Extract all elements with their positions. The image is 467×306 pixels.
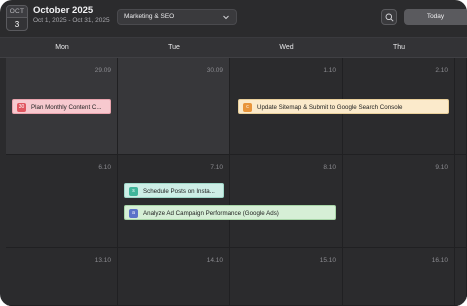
event-icon: s	[129, 187, 138, 196]
day-number: 30.09	[206, 67, 223, 74]
day-cell[interactable]: 15.10	[230, 248, 343, 306]
search-icon	[385, 13, 394, 22]
event-plan-monthly-content[interactable]: 30 Plan Monthly Content C...	[12, 99, 111, 114]
calendar-header: OCT 3 October 2025 Oct 1, 2025 - Oct 31,…	[0, 0, 467, 37]
day-cell[interactable]: 13.10	[6, 248, 118, 306]
day-cell[interactable]	[455, 155, 467, 248]
day-number: 9.10	[435, 164, 448, 171]
day-number: 16.10	[431, 257, 448, 264]
weekday-mon: Mon	[55, 44, 69, 51]
weekday-tue: Tue	[168, 44, 180, 51]
day-cell[interactable]: 8.10	[230, 155, 343, 248]
day-number: 8.10	[323, 164, 336, 171]
day-cell[interactable]: 6.10	[6, 155, 118, 248]
event-icon: c	[243, 103, 252, 112]
calendar-window: OCT 3 October 2025 Oct 1, 2025 - Oct 31,…	[0, 0, 467, 306]
day-number: 14.10	[206, 257, 223, 264]
event-title: Schedule Posts on Insta...	[143, 188, 215, 195]
day-cell[interactable]	[455, 248, 467, 306]
date-badge-month: OCT	[7, 6, 27, 18]
event-title: Analyze Ad Campaign Performance (Google …	[143, 210, 279, 217]
day-cell[interactable]: 30.09	[118, 58, 230, 155]
day-number: 2.10	[435, 67, 448, 74]
date-badge-day: 3	[14, 20, 20, 29]
day-number: 29.09	[94, 67, 111, 74]
date-badge: OCT 3	[6, 5, 28, 31]
day-number: 15.10	[319, 257, 336, 264]
weekday-thu: Thu	[392, 44, 406, 51]
weekday-wed: Wed	[279, 44, 294, 51]
calendar-select[interactable]: Marketing & SEO	[117, 9, 237, 25]
day-cell[interactable]	[455, 58, 467, 155]
date-range: Oct 1, 2025 - Oct 31, 2025	[33, 17, 110, 24]
page-title: October 2025	[33, 5, 94, 16]
calendar-select-value: Marketing & SEO	[124, 13, 175, 20]
day-number: 7.10	[210, 164, 223, 171]
event-update-sitemap[interactable]: c Update Sitemap & Submit to Google Sear…	[238, 99, 449, 114]
title-block: October 2025 Oct 1, 2025 - Oct 31, 2025	[33, 5, 113, 25]
today-button[interactable]: Today	[404, 9, 467, 25]
day-cell[interactable]: 9.10	[343, 155, 455, 248]
day-cell[interactable]: 16.10	[343, 248, 455, 306]
event-icon: a	[129, 209, 138, 218]
event-icon: 30	[17, 103, 26, 112]
day-cell[interactable]: 14.10	[118, 248, 230, 306]
chevron-down-icon	[223, 15, 229, 20]
month-grid: 29.09 30.09 1.10 2.10 6.10 7.10 8.10 9.1…	[0, 58, 467, 306]
event-title: Plan Monthly Content C...	[31, 104, 102, 111]
day-number: 13.10	[94, 257, 111, 264]
search-button[interactable]	[381, 9, 397, 25]
day-number: 1.10	[323, 67, 336, 74]
day-number: 6.10	[98, 164, 111, 171]
weekday-header: Mon Tue Wed Thu	[0, 37, 467, 58]
event-title: Update Sitemap & Submit to Google Search…	[257, 104, 403, 111]
event-analyze-ad-campaign[interactable]: a Analyze Ad Campaign Performance (Googl…	[124, 205, 336, 220]
event-schedule-posts[interactable]: s Schedule Posts on Insta...	[124, 183, 224, 198]
day-cell[interactable]: 7.10	[118, 155, 230, 248]
